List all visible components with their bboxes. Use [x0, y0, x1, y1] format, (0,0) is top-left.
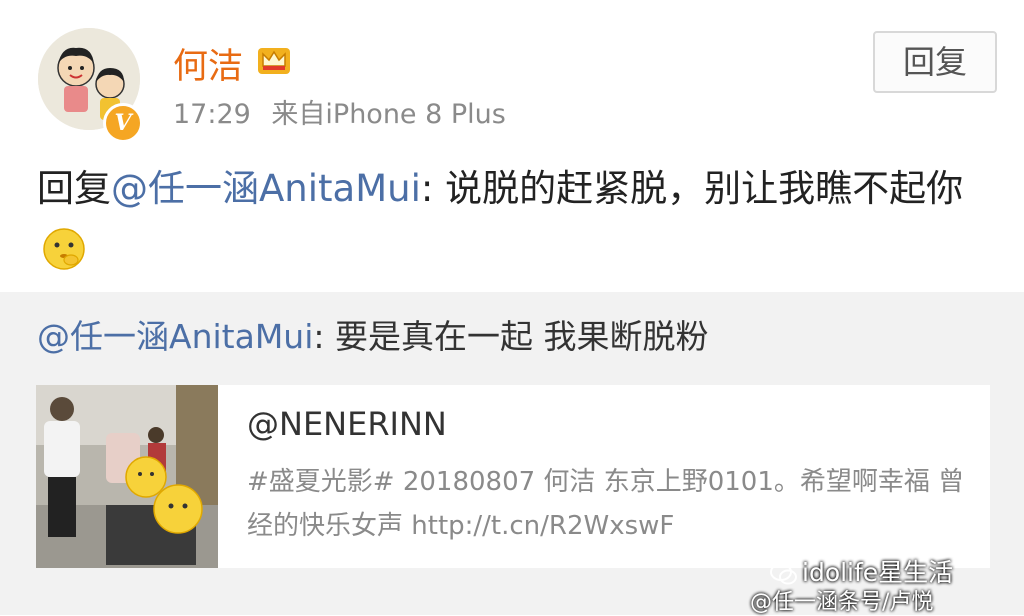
post-time: 17:29 — [173, 99, 251, 130]
username[interactable]: 何洁 — [173, 38, 243, 89]
reply-button[interactable]: 回复 — [873, 31, 997, 93]
link-card[interactable]: @NENERINN #盛夏光影# 20180807 何洁 东京上野0101。希望… — [36, 385, 990, 568]
post-meta: 17:29 来自iPhone 8 Plus — [173, 92, 506, 131]
mention-link[interactable]: @任一涵AnitaMui — [111, 167, 421, 210]
wechat-icon — [770, 563, 797, 585]
repost-mention-link[interactable]: @任一涵AnitaMui — [37, 317, 313, 356]
post-body: : 说脱的赶紧脱，别让我瞧不起你 — [420, 167, 964, 210]
post-source: 来自iPhone 8 Plus — [271, 99, 506, 130]
verified-badge-icon: V — [103, 103, 143, 143]
thinking-emoji-icon — [43, 227, 85, 270]
watermark-line1: idolife星生活 — [802, 558, 954, 587]
card-title[interactable]: @NENERINN — [247, 405, 447, 443]
card-thumbnail — [36, 385, 218, 568]
card-description: #盛夏光影# 20180807 何洁 东京上野0101。希望啊幸福 曾经的快乐女… — [247, 467, 965, 541]
watermark-credit: @任一涵条号/卢悦 — [750, 590, 934, 615]
repost-text: @任一涵AnitaMui: 要是真在一起 我果断脱粉 — [37, 310, 708, 358]
crown-icon — [258, 48, 290, 74]
repost-body: : 要是真在一起 我果断脱粉 — [313, 317, 709, 356]
post-text: 回复@任一涵AnitaMui: 说脱的赶紧脱，别让我瞧不起你 — [37, 160, 987, 276]
reply-prefix: 回复 — [37, 167, 111, 210]
